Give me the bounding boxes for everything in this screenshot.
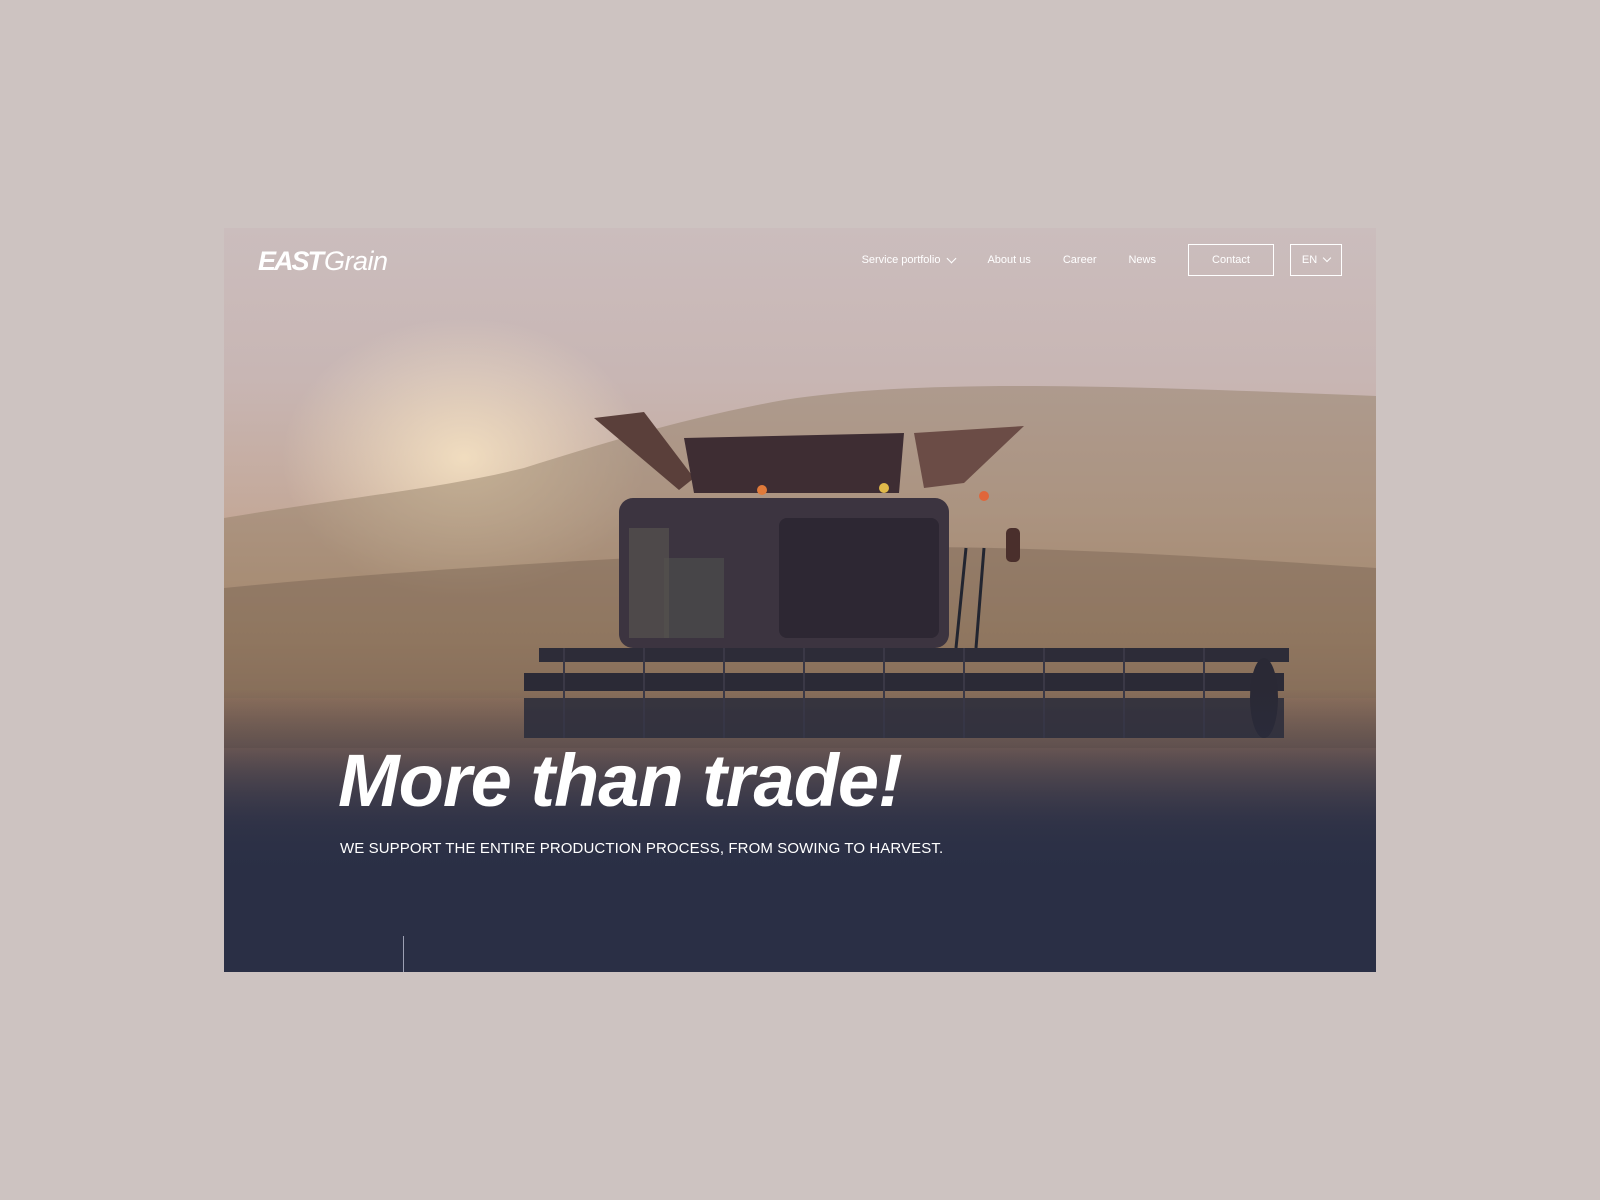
nav-menu: Service portfolio About us Career News C…	[862, 243, 1342, 277]
nav-item-label: About us	[987, 254, 1031, 266]
scroll-indicator-line	[403, 936, 404, 972]
nav-item-about-us[interactable]: About us	[987, 254, 1030, 266]
nav-item-label: Service portfolio	[861, 254, 941, 266]
language-select[interactable]: EN	[1290, 244, 1342, 276]
logo-east: EAST	[258, 246, 324, 276]
website-frame: EASTGrain Service portfolio About us Car…	[224, 228, 1376, 972]
language-label: EN	[1301, 254, 1318, 266]
hero-title: More than trade!	[338, 739, 903, 822]
hero-subtitle: WE SUPPORT THE ENTIRE PRODUCTION PROCESS…	[340, 840, 944, 857]
nav-item-career[interactable]: Career	[1063, 254, 1097, 266]
logo-grain: Grain	[324, 246, 388, 276]
eastgrain-logo[interactable]: EASTGrain	[258, 246, 388, 277]
nav-item-label: Career	[1062, 254, 1097, 266]
nav-item-label: News	[1128, 254, 1156, 266]
contact-button-label: Contact	[1212, 254, 1250, 266]
hero-gradient-overlay	[224, 228, 1376, 972]
top-navigation: EASTGrain Service portfolio About us Car…	[224, 228, 1376, 294]
nav-item-news[interactable]: News	[1128, 254, 1156, 266]
contact-button[interactable]: Contact	[1188, 244, 1274, 276]
chevron-down-icon	[1322, 253, 1332, 263]
nav-item-service-portfolio[interactable]: Service portfolio	[861, 253, 957, 266]
chevron-down-icon	[946, 253, 957, 263]
